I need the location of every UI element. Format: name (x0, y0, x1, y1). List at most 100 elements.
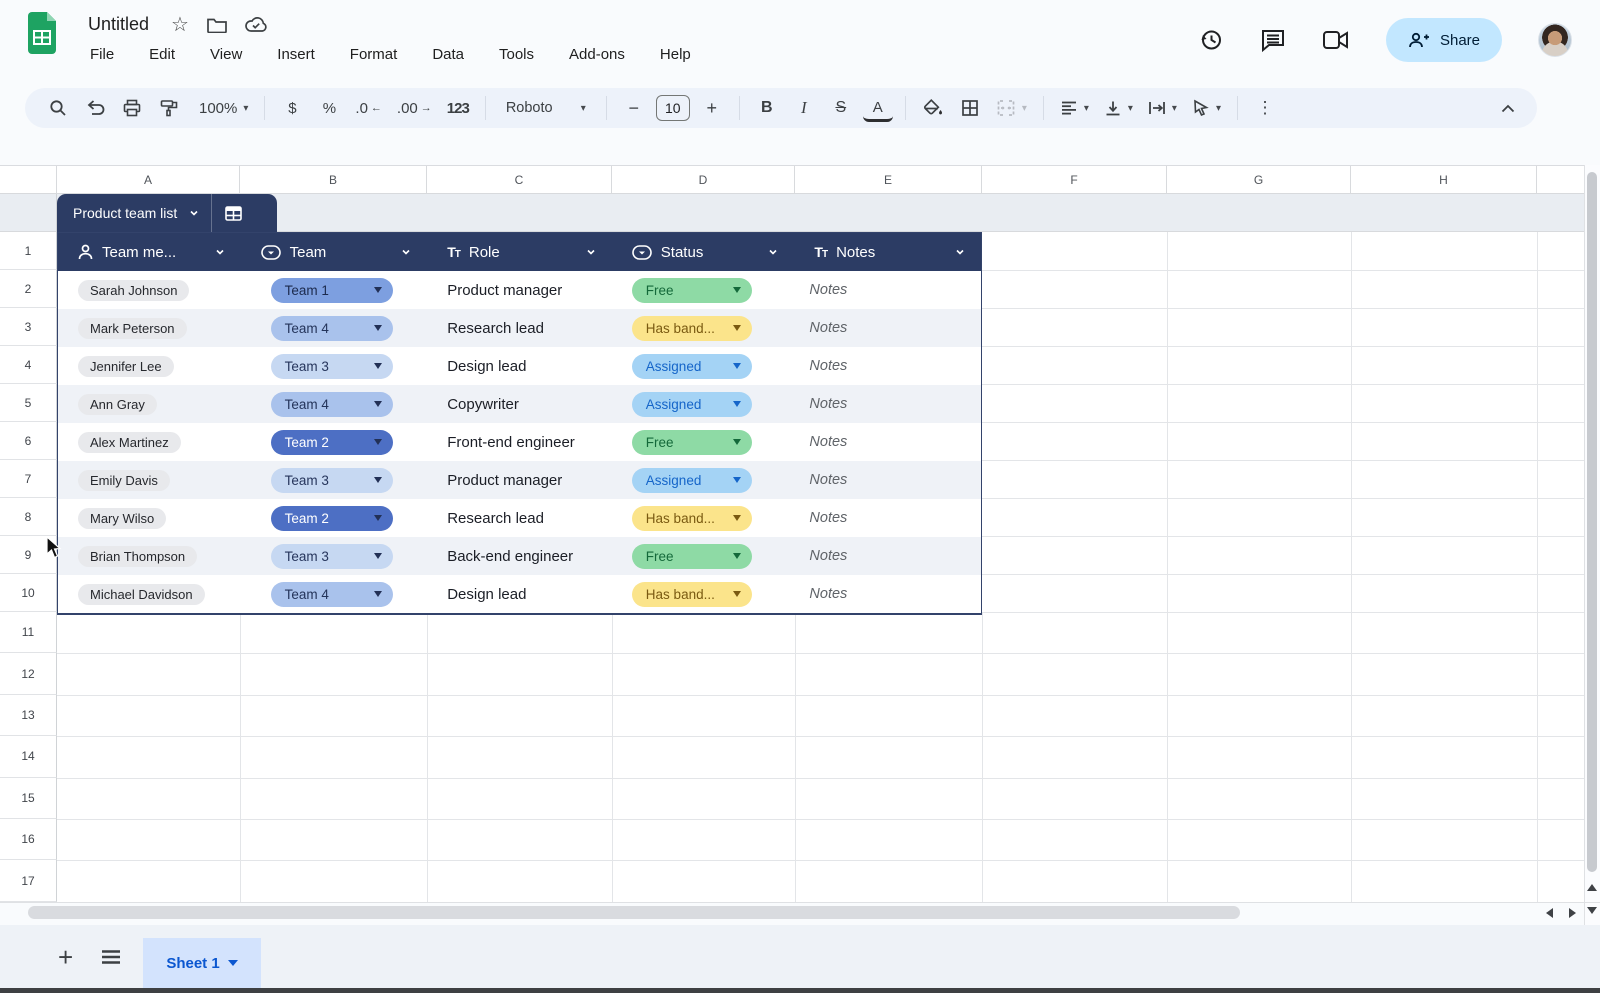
menu-view[interactable]: View (206, 44, 246, 65)
format-percent-button[interactable]: % (314, 93, 344, 123)
team-cell[interactable]: Team 2 (241, 499, 428, 537)
menu-tools[interactable]: Tools (495, 44, 538, 65)
vertical-scrollbar-thumb[interactable] (1587, 172, 1597, 872)
column-header-partial[interactable] (1537, 166, 1584, 193)
team-cell[interactable]: Team 2 (241, 423, 428, 461)
menu-file[interactable]: File (86, 44, 118, 65)
team-dropdown[interactable]: Team 3 (270, 353, 393, 379)
row-header[interactable]: 3 (0, 308, 57, 346)
font-size-input[interactable]: 10 (655, 95, 690, 121)
table-header-team-member[interactable]: Team me... (58, 233, 241, 271)
table-views-icon[interactable] (212, 194, 254, 232)
status-dropdown[interactable]: Assigned (631, 391, 752, 417)
sheet-tab-active[interactable]: Sheet 1 (143, 938, 261, 988)
star-icon[interactable]: ☆ (171, 12, 189, 37)
selection-tool-icon[interactable]: ▾ (1188, 93, 1225, 123)
name-cell[interactable]: Emily Davis (58, 461, 241, 499)
role-cell[interactable]: Design lead (427, 575, 612, 613)
column-header-h[interactable]: H (1351, 166, 1537, 193)
team-dropdown[interactable]: Team 4 (270, 391, 393, 417)
paint-format-icon[interactable] (154, 93, 184, 123)
team-cell[interactable]: Team 3 (241, 347, 428, 385)
table-name-tab[interactable]: Product team list (57, 194, 277, 232)
role-cell[interactable]: Product manager (427, 271, 612, 309)
status-cell[interactable]: Has band... (612, 575, 795, 613)
increase-decimal-button[interactable]: .00 → (393, 93, 436, 123)
team-dropdown[interactable]: Team 3 (270, 543, 393, 569)
status-cell[interactable]: Has band... (612, 309, 795, 347)
member-chip[interactable]: Sarah Johnson (78, 279, 190, 301)
team-cell[interactable]: Team 3 (241, 537, 428, 575)
status-cell[interactable]: Has band... (612, 499, 795, 537)
notes-cell[interactable]: Notes (794, 461, 981, 499)
menu-help[interactable]: Help (656, 44, 695, 65)
table-menu-chevron-icon[interactable] (189, 208, 199, 218)
team-cell[interactable]: Team 3 (241, 461, 428, 499)
column-header-g[interactable]: G (1167, 166, 1351, 193)
increase-font-size-button[interactable]: + (697, 93, 727, 123)
name-cell[interactable]: Sarah Johnson (58, 271, 241, 309)
column-header-b[interactable]: B (240, 166, 427, 193)
version-history-icon[interactable] (1198, 27, 1224, 53)
member-chip[interactable]: Ann Gray (78, 393, 157, 415)
notes-cell[interactable]: Notes (794, 385, 981, 423)
status-dropdown[interactable]: Free (631, 429, 752, 455)
status-cell[interactable]: Assigned (612, 347, 795, 385)
chevron-down-icon[interactable] (955, 247, 965, 257)
role-cell[interactable]: Research lead (427, 499, 612, 537)
status-dropdown[interactable]: Has band... (631, 581, 752, 607)
status-dropdown[interactable]: Has band... (631, 315, 752, 341)
member-chip[interactable]: Mark Peterson (78, 317, 187, 339)
status-dropdown[interactable]: Free (631, 543, 752, 569)
role-cell[interactable]: Front-end engineer (427, 423, 612, 461)
team-cell[interactable]: Team 1 (241, 271, 428, 309)
role-cell[interactable]: Back-end engineer (427, 537, 612, 575)
member-chip[interactable]: Emily Davis (78, 469, 170, 491)
row-header[interactable]: 13 (0, 694, 57, 737)
row-header[interactable]: 17 (0, 860, 57, 902)
name-cell[interactable]: Mark Peterson (58, 309, 241, 347)
name-cell[interactable]: Michael Davidson (58, 575, 241, 613)
column-header-e[interactable]: E (795, 166, 982, 193)
notes-cell[interactable]: Notes (794, 423, 981, 461)
table-header-status[interactable]: Status (612, 233, 795, 271)
font-select[interactable]: Roboto ▾ (498, 93, 594, 123)
row-header[interactable]: 12 (0, 653, 57, 695)
row-header[interactable]: 10 (0, 574, 57, 612)
row-header[interactable]: 8 (0, 498, 57, 536)
format-currency-button[interactable]: $ (277, 93, 307, 123)
role-cell[interactable]: Research lead (427, 309, 612, 347)
sheet-tab-menu-icon[interactable] (227, 960, 238, 966)
move-folder-icon[interactable] (207, 17, 227, 33)
share-button[interactable]: Share (1385, 18, 1502, 62)
row-header[interactable]: 6 (0, 422, 57, 460)
menu-data[interactable]: Data (428, 44, 468, 65)
role-cell[interactable]: Design lead (427, 347, 612, 385)
row-header[interactable]: 5 (0, 384, 57, 422)
column-header-d[interactable]: D (612, 166, 795, 193)
table-header-team[interactable]: Team (241, 233, 428, 271)
row-header[interactable]: 11 (0, 612, 57, 654)
column-header-a[interactable]: A (57, 166, 240, 193)
team-dropdown[interactable]: Team 1 (270, 277, 393, 303)
zoom-select[interactable]: 100% ▾ (195, 93, 252, 123)
horizontal-align-icon[interactable]: ▾ (1056, 93, 1093, 123)
team-dropdown[interactable]: Team 4 (270, 315, 393, 341)
vertical-align-icon[interactable]: ▾ (1100, 93, 1137, 123)
name-cell[interactable]: Ann Gray (58, 385, 241, 423)
italic-button[interactable]: I (789, 93, 819, 123)
status-cell[interactable]: Assigned (612, 385, 795, 423)
scroll-down-icon[interactable] (1587, 907, 1597, 914)
text-wrap-icon[interactable]: ▾ (1144, 93, 1181, 123)
chevron-down-icon[interactable] (215, 247, 225, 257)
status-dropdown[interactable]: Has band... (631, 505, 752, 531)
status-cell[interactable]: Free (612, 271, 795, 309)
status-dropdown[interactable]: Free (631, 277, 752, 303)
collapse-toolbar-icon[interactable] (1493, 93, 1523, 123)
fill-color-icon[interactable] (918, 93, 948, 123)
name-cell[interactable]: Jennifer Lee (58, 347, 241, 385)
row-header[interactable]: 2 (0, 270, 57, 308)
chevron-down-icon[interactable] (401, 247, 411, 257)
status-dropdown[interactable]: Assigned (631, 353, 752, 379)
team-dropdown[interactable]: Team 4 (270, 581, 393, 607)
